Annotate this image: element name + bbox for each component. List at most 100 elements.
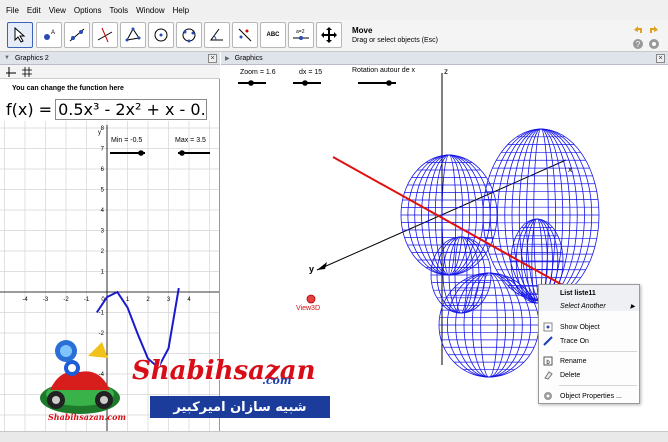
slider-tool-button[interactable]: a=2 [288,22,314,48]
reflect-icon [238,28,252,42]
x-tick-label: 4 [187,297,191,303]
delete-eraser-icon [544,371,553,380]
menu-edit[interactable]: Edit [27,6,41,15]
y-tick-label: -2 [99,331,105,337]
graphics2-titlebar: ▼ Graphics 2 × [0,52,220,65]
object-properties-label: Object Properties ... [560,392,622,400]
trace-on-label: Trace On [560,337,589,345]
circle-three-points-tool-button[interactable] [176,22,202,48]
view-slider-knob [248,80,254,86]
x-tick-label: 3 [167,297,171,303]
circle-tool-button[interactable] [148,22,174,48]
menu-help[interactable]: Help [173,6,189,15]
menu-separator [559,385,637,386]
tool-info-subtitle: Drag or select objects (Esc) [352,37,438,44]
reflect-tool-button[interactable] [232,22,258,48]
x-tick-label: -4 [22,297,28,303]
y-tick-label: 8 [101,126,105,132]
angle-tool-button[interactable] [204,22,230,48]
toolbar: A ABC a=2 Move Drag or select objects (E… [0,20,668,52]
context-menu-title: List liste11 [539,286,639,300]
slider-icon: a=2 [293,29,309,40]
axes-toggle-icon[interactable] [6,67,16,77]
y-tick-label: 3 [101,229,105,235]
select-another-item[interactable]: Select Another ▶ [539,299,639,313]
tool-info: Move Drag or select objects (Esc) [352,26,438,44]
grid-toggle-icon[interactable] [22,67,32,77]
move-view-icon [321,27,337,43]
cursor-arrow-icon [14,26,26,43]
max-slider-knob [179,150,185,156]
y-tick-label: -1 [99,311,105,317]
slider-tool-label: a=2 [296,29,305,35]
view-slider-knob [302,80,308,86]
graphics2-title: Graphics 2 [14,54,49,62]
menu-window[interactable]: Window [136,6,164,15]
close-graphics2-button[interactable]: × [208,54,217,63]
delete-label: Delete [560,371,581,379]
help-icon[interactable]: ? [632,38,644,50]
watermark-persian-banner: شبیه سازان امیرکبیر [150,396,330,418]
rename-label: Rename [560,357,587,365]
rename-icon: b [543,356,553,366]
y-tick-label: 2 [101,249,105,255]
properties-gear-icon [544,392,552,400]
watermark-dotcom: .com [262,374,292,387]
circle-icon [154,28,168,42]
menu-options[interactable]: Options [74,6,102,15]
x-tick-label: -2 [63,297,69,303]
expand-triangle-icon[interactable]: ▶ [225,55,230,62]
redo-icon[interactable] [648,24,660,36]
max-slider-label: Max = 3.5 [175,137,206,144]
point-tool-button[interactable]: A [36,22,62,48]
undo-icon[interactable] [632,24,644,36]
collapse-triangle-icon[interactable]: ▼ [4,55,10,61]
y-tick-label: 1 [101,270,105,276]
perpendicular-tool-button[interactable] [92,22,118,48]
show-object-label: Show Object [560,323,600,331]
status-bar [0,431,668,442]
perpendicular-icon [97,27,113,43]
function-label: f(x) = [6,100,53,119]
object-properties-item[interactable]: Object Properties ... [539,389,639,403]
dx-slider-label: dx = 15 [299,69,323,76]
line-icon [69,28,85,42]
context-menu-title-text: List liste11 [560,289,596,297]
y-tick-label: 4 [101,208,105,214]
menu-file[interactable]: File [6,6,19,15]
function-input[interactable]: 0.5x³ - 2x² + x - 0.25 [55,99,208,120]
move-view-tool-button[interactable] [316,22,342,48]
z-axis-label: z [444,67,448,76]
zoom-slider-label: Zoom = 1.6 [240,69,276,76]
y-tick-label: 5 [101,188,105,194]
svg-text:A: A [51,30,55,36]
y-tick-label: 6 [101,167,105,173]
y-tick-label: 7 [101,147,105,153]
trace-on-item[interactable]: Trace On [539,334,639,348]
tool-info-title: Move [352,26,373,35]
close-graphics-button[interactable]: × [656,54,665,63]
min-slider-label: Min = -0.5 [111,137,143,144]
rename-item[interactable]: b Rename [539,354,639,368]
menu-bar: File Edit View Options Tools Window Help [0,0,668,20]
text-tool-button[interactable]: ABC [260,22,286,48]
text-tool-label: ABC [266,32,280,38]
min-slider-knob [138,150,144,156]
context-menu: List liste11 Select Another ▶ Show Objec… [538,284,640,404]
submenu-arrow-icon: ▶ [630,303,635,310]
menu-view[interactable]: View [49,6,66,15]
angle-icon [210,28,223,41]
graphics2-style-bar [0,65,220,79]
line-tool-button[interactable] [64,22,90,48]
watermark-small-text: Shabihsazan.com [48,412,126,422]
menu-separator [559,351,637,352]
graphics-title: Graphics [234,54,263,62]
x-axis-label: x [568,165,572,174]
settings-gear-icon[interactable] [648,38,660,50]
show-object-item[interactable]: Show Object [539,320,639,334]
polygon-tool-button[interactable] [120,22,146,48]
delete-item[interactable]: Delete [539,368,639,382]
menu-tools[interactable]: Tools [109,6,128,15]
x-tick-label: 1 [126,297,130,303]
move-tool-button[interactable] [7,22,33,48]
